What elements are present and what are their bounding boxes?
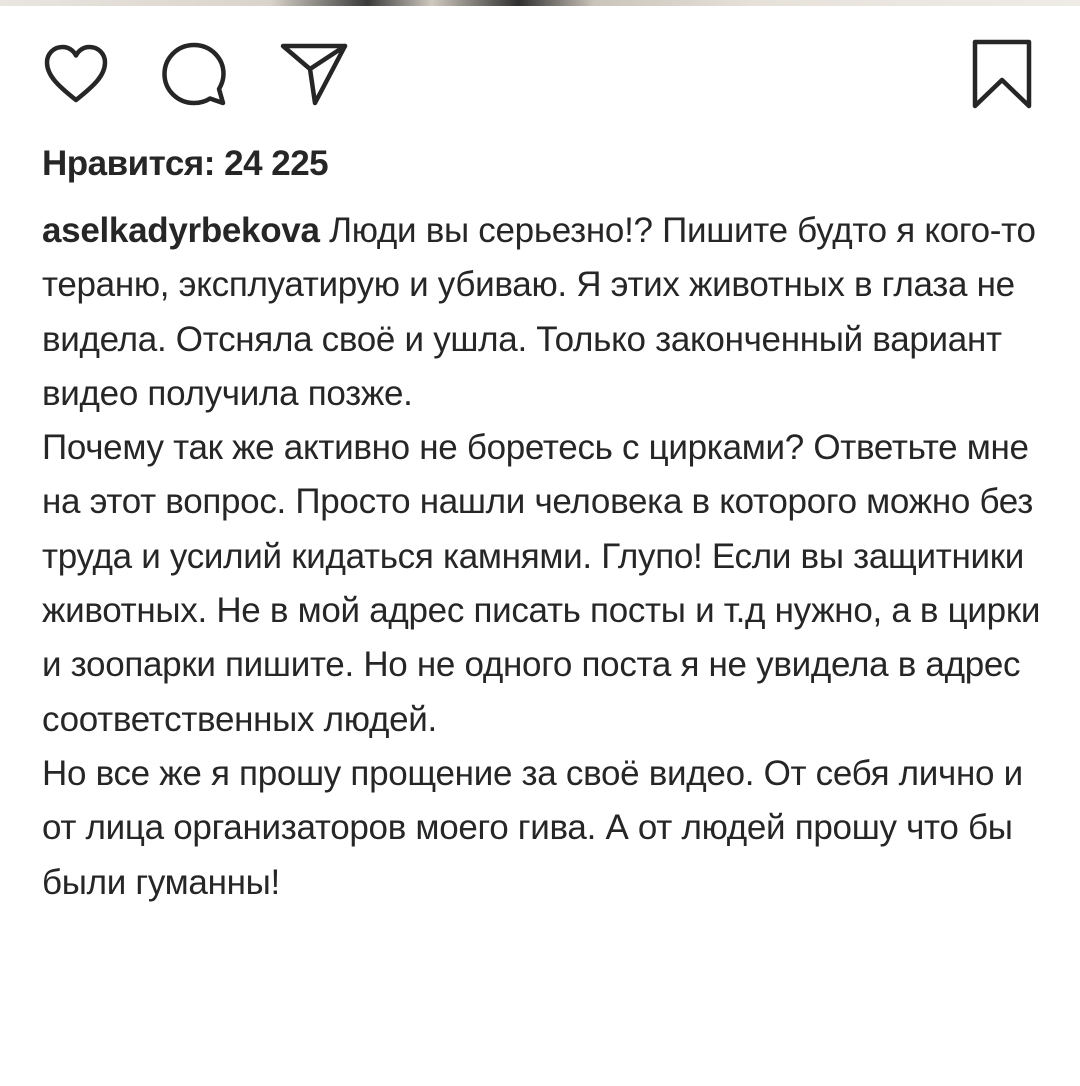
bookmark-icon [972,39,1032,109]
caption-username[interactable]: aselkadyrbekova [42,211,320,250]
share-button[interactable] [278,38,350,110]
heart-outline-icon [44,44,108,103]
caption-paragraph: Почему так же активно не боретесь с цирк… [42,428,1041,739]
post-caption: aselkadyrbekova Люди вы серьезно!? Пишит… [42,204,1052,910]
paper-plane-icon [280,43,348,106]
save-button[interactable] [966,38,1038,110]
post-action-bar [0,38,1080,110]
caption-paragraph: Но все же я прошу прощение за своё видео… [42,753,1023,902]
comment-bubble-icon [162,42,226,106]
like-button[interactable] [40,38,112,110]
likes-count[interactable]: Нравится: 24 225 [42,144,329,184]
post-image-edge [0,0,1080,6]
comment-button[interactable] [158,38,230,110]
